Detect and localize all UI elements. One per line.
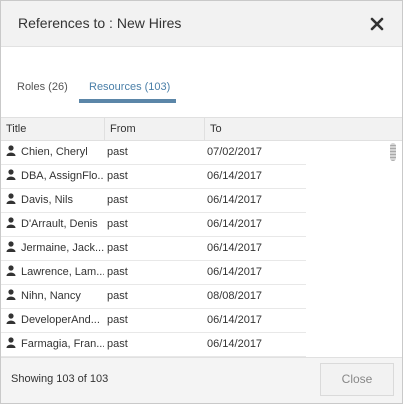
person-icon — [6, 337, 16, 348]
column-header-title[interactable]: Title — [1, 118, 104, 140]
cell-title: Chien, Cheryl — [6, 141, 104, 164]
cell-to: 06/14/2017 — [207, 218, 263, 230]
cell-title: DBA, AssignFlo... — [6, 165, 104, 188]
cell-from: past — [107, 170, 128, 182]
tab-resources[interactable]: Resources (103) — [89, 81, 170, 93]
cell-from: past — [107, 218, 128, 230]
dialog-header: References to : New Hires — [1, 1, 402, 47]
person-icon — [6, 217, 16, 228]
cell-to: 08/08/2017 — [207, 290, 263, 302]
resource-name: Nihn, Nancy — [21, 290, 81, 302]
table-row[interactable]: DeveloperAnd... past 06/14/2017 — [1, 309, 306, 333]
resource-name: DBA, AssignFlo... — [21, 170, 104, 182]
person-icon — [6, 169, 16, 180]
cell-from: past — [107, 338, 128, 350]
cell-to: 07/02/2017 — [207, 146, 263, 158]
cell-title: DeveloperAnd... — [6, 309, 104, 332]
table-row[interactable]: Chien, Cheryl past 07/02/2017 — [1, 141, 306, 165]
cell-title: Davis, Nils — [6, 189, 104, 212]
active-tab-indicator — [79, 99, 176, 103]
cell-title: Nihn, Nancy — [6, 285, 104, 308]
column-header-to[interactable]: To — [204, 118, 402, 140]
person-icon — [6, 265, 16, 276]
cell-to: 06/14/2017 — [207, 266, 263, 278]
close-button[interactable]: Close — [320, 363, 394, 396]
resource-name: Lawrence, Lam... — [21, 266, 104, 278]
references-dialog: References to : New Hires Roles (26) Res… — [0, 0, 403, 404]
tab-roles[interactable]: Roles (26) — [17, 81, 68, 93]
scrollbar-thumb[interactable] — [390, 143, 396, 161]
resource-name: D'Arrault, Denis — [21, 218, 98, 230]
dialog-footer: Showing 103 of 103 Close — [1, 357, 402, 403]
table-row[interactable]: Nihn, Nancy past 08/08/2017 — [1, 285, 306, 309]
table-row[interactable]: Lawrence, Lam... past 06/14/2017 — [1, 261, 306, 285]
cell-from: past — [107, 314, 128, 326]
cell-to: 06/14/2017 — [207, 242, 263, 254]
cell-title: Farmagia, Fran... — [6, 333, 104, 356]
table-body: Chien, Cheryl past 07/02/2017 DBA, AssignFl… — [1, 141, 306, 357]
tab-bar: Roles (26) Resources (103) — [1, 47, 402, 117]
cell-to: 06/14/2017 — [207, 314, 263, 326]
close-icon[interactable] — [369, 16, 385, 32]
showing-count: Showing 103 of 103 — [11, 373, 109, 385]
table-scrollbar[interactable] — [387, 141, 399, 357]
table-row[interactable]: Farmagia, Fran... past 06/14/2017 — [1, 333, 306, 357]
column-header-from[interactable]: From — [104, 118, 204, 140]
table-row[interactable]: DBA, AssignFlo... past 06/14/2017 — [1, 165, 306, 189]
person-icon — [6, 145, 16, 156]
cell-title: D'Arrault, Denis — [6, 213, 104, 236]
cell-from: past — [107, 194, 128, 206]
resource-name: Chien, Cheryl — [21, 146, 88, 158]
person-icon — [6, 289, 16, 300]
resource-name: Davis, Nils — [21, 194, 73, 206]
cell-from: past — [107, 146, 128, 158]
person-icon — [6, 313, 16, 324]
cell-from: past — [107, 266, 128, 278]
cell-title: Jermaine, Jack... — [6, 237, 104, 260]
cell-to: 06/14/2017 — [207, 170, 263, 182]
table-header: Title From To — [1, 117, 402, 141]
person-icon — [6, 241, 16, 252]
person-icon — [6, 193, 16, 204]
resources-table: Title From To Chien, Cheryl past 07/02/201… — [1, 117, 402, 357]
table-row[interactable]: D'Arrault, Denis past 06/14/2017 — [1, 213, 306, 237]
resource-name: DeveloperAnd... — [21, 314, 100, 326]
cell-from: past — [107, 290, 128, 302]
table-row[interactable]: Davis, Nils past 06/14/2017 — [1, 189, 306, 213]
resource-name: Farmagia, Fran... — [21, 338, 104, 350]
dialog-title: References to : New Hires — [18, 15, 182, 31]
cell-from: past — [107, 242, 128, 254]
cell-to: 06/14/2017 — [207, 338, 263, 350]
resource-name: Jermaine, Jack... — [21, 242, 104, 254]
cell-title: Lawrence, Lam... — [6, 261, 104, 284]
table-row[interactable]: Jermaine, Jack... past 06/14/2017 — [1, 237, 306, 261]
cell-to: 06/14/2017 — [207, 194, 263, 206]
